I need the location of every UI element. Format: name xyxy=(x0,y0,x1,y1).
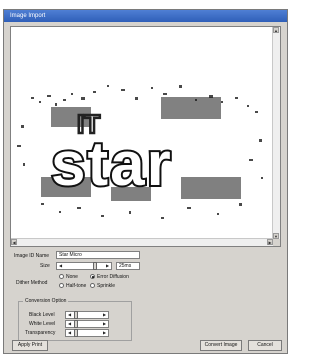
black-level-label: Black Level xyxy=(29,312,55,318)
image-preview: IT star ▲ ▼ ◀ ▶ xyxy=(10,26,281,247)
image-id-label: Image ID Name xyxy=(14,253,50,259)
size-label: Size xyxy=(40,263,50,269)
transparency-slider[interactable]: ◀ ▶ xyxy=(65,329,109,337)
white-level-decrease-icon[interactable]: ◀ xyxy=(66,321,73,327)
scrollbar-corner xyxy=(273,239,280,246)
dither-none-label: None xyxy=(66,274,78,280)
conversion-option-legend: Conversion Option xyxy=(23,298,69,304)
dither-halftone-label: Half-tone xyxy=(66,283,87,289)
dither-halftone-radio[interactable] xyxy=(59,283,64,288)
convert-image-button[interactable]: Convert Image xyxy=(200,340,242,351)
preview-vertical-scrollbar[interactable]: ▲ ▼ xyxy=(272,27,280,239)
cancel-button[interactable]: Cancel xyxy=(248,340,282,351)
dither-sprinkle-radio[interactable] xyxy=(90,283,95,288)
apply-print-button[interactable]: Apply Print xyxy=(12,340,48,351)
dither-sprinkle-label: Sprinkle xyxy=(97,283,116,289)
transparency-label: Transparency xyxy=(25,330,56,336)
size-value-field[interactable]: 25ms xyxy=(116,262,140,270)
scroll-up-icon[interactable]: ▲ xyxy=(273,27,279,33)
dither-method-label: Dither Method xyxy=(16,280,48,286)
white-level-label: White Level xyxy=(29,321,56,327)
dither-none-radio[interactable] xyxy=(59,274,64,279)
transparency-thumb[interactable] xyxy=(74,329,78,337)
size-increase-icon[interactable]: ▶ xyxy=(104,263,111,269)
star-logo-image: IT star xyxy=(17,85,263,219)
conversion-option-group: Conversion Option Black Level ◀ ▶ White … xyxy=(18,298,132,341)
white-level-thumb[interactable] xyxy=(74,320,78,328)
black-level-decrease-icon[interactable]: ◀ xyxy=(66,312,73,318)
size-slider-thumb[interactable] xyxy=(93,262,97,270)
white-level-increase-icon[interactable]: ▶ xyxy=(101,321,108,327)
image-id-input[interactable]: Star Micro xyxy=(56,251,140,259)
scroll-left-icon[interactable]: ◀ xyxy=(11,239,17,245)
preview-horizontal-scrollbar[interactable]: ◀ ▶ xyxy=(11,238,273,246)
dither-error-diffusion-radio[interactable] xyxy=(90,274,95,279)
size-slider[interactable]: ◀ ▶ xyxy=(56,262,112,270)
dither-error-diffusion-label: Error Diffusion xyxy=(97,274,129,280)
transparency-increase-icon[interactable]: ▶ xyxy=(101,330,108,336)
size-decrease-icon[interactable]: ◀ xyxy=(57,263,64,269)
logo-text: star xyxy=(51,130,173,199)
black-level-increase-icon[interactable]: ▶ xyxy=(101,312,108,318)
white-level-slider[interactable]: ◀ ▶ xyxy=(65,320,109,328)
black-level-thumb[interactable] xyxy=(74,311,78,319)
image-import-dialog: Image Import IT star ▲ ▼ ◀ ▶ Image ID Na… xyxy=(3,9,288,354)
black-level-slider[interactable]: ◀ ▶ xyxy=(65,311,109,319)
transparency-decrease-icon[interactable]: ◀ xyxy=(66,330,73,336)
window-title: Image Import xyxy=(4,10,287,22)
